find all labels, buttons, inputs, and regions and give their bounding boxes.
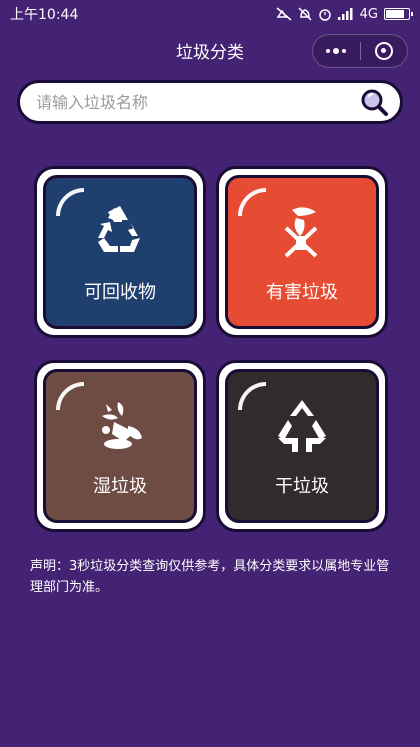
network-type: 4G <box>359 6 378 22</box>
hazardous-crossed-bulb-icon <box>284 207 318 258</box>
mute-icon <box>276 7 292 21</box>
mini-program-capsule <box>312 34 408 68</box>
target-circle-icon <box>374 42 393 60</box>
card-inner: 湿垃圾 <box>43 369 197 523</box>
category-label: 可回收物 <box>84 282 156 303</box>
search-icon <box>361 89 388 116</box>
card-inner: 可回收物 <box>43 175 197 329</box>
category-label: 干垃圾 <box>275 476 329 497</box>
card-inner: 有害垃圾 <box>225 175 379 329</box>
card-highlight <box>238 382 266 410</box>
card-highlight <box>238 188 266 216</box>
category-card-recyclable[interactable]: 可回收物 <box>34 166 206 338</box>
more-button[interactable] <box>313 35 360 67</box>
food-waste-icon <box>102 402 142 449</box>
category-card-hazardous[interactable]: 有害垃圾 <box>216 166 388 338</box>
notification-off-icon <box>298 7 312 21</box>
more-dots-icon <box>326 48 347 54</box>
category-card-wet[interactable]: 湿垃圾 <box>34 360 206 532</box>
category-label: 有害垃圾 <box>266 282 338 303</box>
card-highlight <box>56 188 84 216</box>
disclaimer-text: 声明：3秒垃圾分类查询仅供参考，具体分类要求以属地专业管理部门为准。 <box>30 559 390 595</box>
close-button[interactable] <box>361 35 408 67</box>
search-input[interactable] <box>36 92 358 112</box>
category-card-dry[interactable]: 干垃圾 <box>216 360 388 532</box>
card-highlight <box>56 382 84 410</box>
card-inner: 干垃圾 <box>225 369 379 523</box>
search-button[interactable] <box>358 86 390 118</box>
category-label: 湿垃圾 <box>93 476 147 497</box>
status-time: 上午10:44 <box>10 7 79 23</box>
alarm-icon <box>318 9 331 21</box>
nav-bar: 垃圾分类 <box>0 28 420 72</box>
signal-icon <box>337 8 353 20</box>
status-bar: 上午10:44 4G <box>0 0 420 28</box>
recycle-icon <box>98 206 140 252</box>
battery-icon <box>384 8 413 20</box>
search-bar <box>17 80 403 124</box>
dry-waste-triangle-icon <box>278 400 326 452</box>
status-icons: 4G <box>276 6 413 22</box>
